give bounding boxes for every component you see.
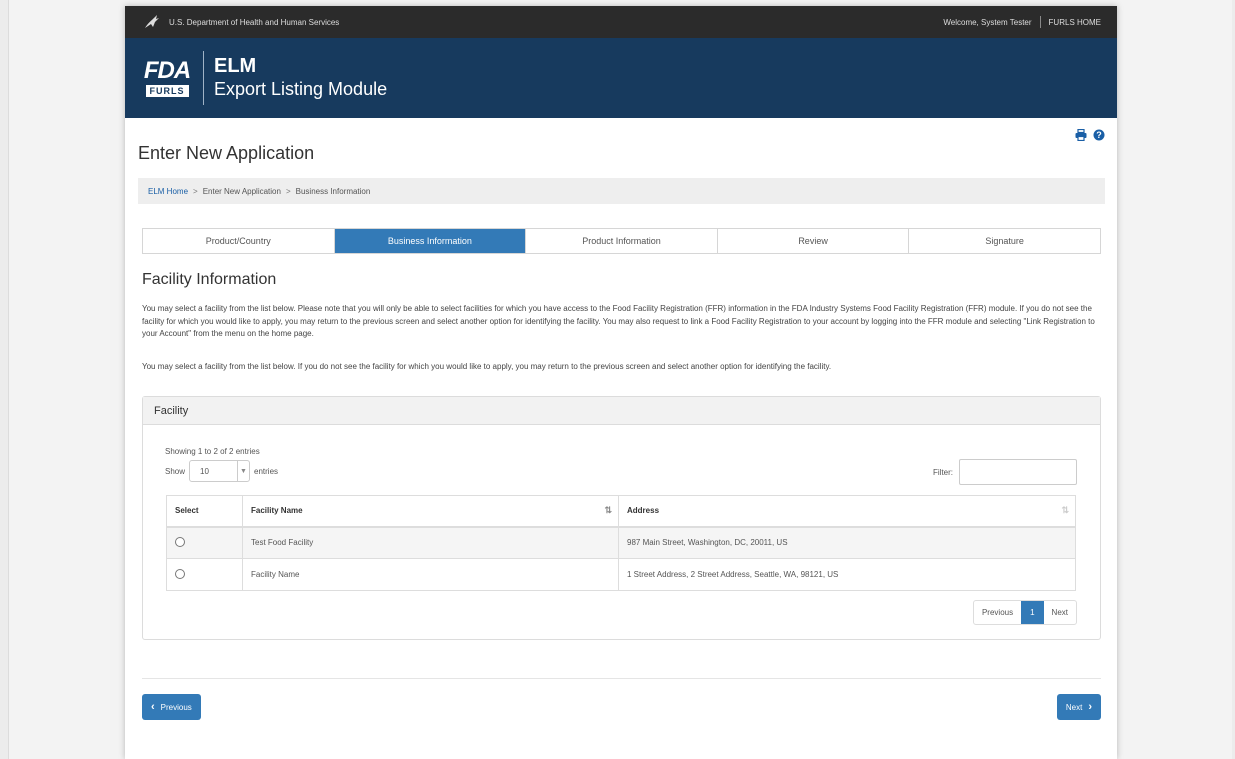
chevron-right-icon: › (1088, 701, 1092, 713)
step-review[interactable]: Review (717, 229, 910, 253)
pagination-previous[interactable]: Previous (974, 601, 1021, 624)
filter-label: Filter: (933, 467, 953, 477)
address-cell: 1 Street Address, 2 Street Address, Seat… (618, 558, 1076, 591)
divider (142, 678, 1101, 679)
sort-icon[interactable]: ⇅ (604, 505, 612, 516)
banner-text: ELM Export Listing Module (214, 55, 387, 101)
step-signature[interactable]: Signature (909, 229, 1100, 253)
column-header-address[interactable]: Address ⇅ (618, 495, 1076, 528)
top-bar: U.S. Department of Health and Human Serv… (125, 6, 1117, 38)
step-product-information[interactable]: Product Information (526, 229, 718, 253)
next-button-label: Next (1065, 702, 1083, 712)
facility-table: Select Facility Name ⇅ Address ⇅ Test Food… (166, 495, 1076, 591)
filter-input[interactable] (959, 459, 1077, 485)
entries-info: Showing 1 to 2 of 2 entries (165, 447, 260, 456)
entries-label: entries (254, 466, 279, 476)
sort-icon[interactable]: ⇅ (1061, 505, 1069, 516)
panel-title: Facility (143, 397, 1100, 425)
page-tools: ? (1075, 129, 1105, 141)
app-banner: FDA FURLS ELM Export Listing Module (125, 38, 1117, 118)
table-header-row: Select Facility Name ⇅ Address ⇅ (166, 495, 1076, 528)
fda-logo-mark: FDA (143, 57, 191, 84)
pagination: Previous 1 Next (972, 600, 1077, 625)
chevron-down-icon: ▼ (237, 461, 249, 481)
furls-logo-label: FURLS (145, 85, 189, 97)
chevron-left-icon: ‹ (151, 701, 155, 713)
hhs-eagle-icon (145, 15, 159, 28)
breadcrumb-current: Business Information (295, 186, 371, 196)
app-name: Export Listing Module (214, 79, 388, 99)
page-container: U.S. Department of Health and Human Serv… (125, 6, 1117, 759)
breadcrumb-separator: > (193, 186, 198, 196)
furls-home-link[interactable]: FURLS HOME (1049, 18, 1101, 27)
show-label: Show (165, 466, 186, 476)
page-title: Enter New Application (138, 143, 315, 163)
page-length-select[interactable]: 10 ▼ (189, 460, 251, 482)
page-length-value: 10 (200, 466, 209, 476)
help-icon[interactable]: ? (1093, 129, 1105, 141)
facility-panel: Facility Showing 1 to 2 of 2 entries Sho… (142, 396, 1101, 640)
instructions-paragraph-2: You may select a facility from the list … (142, 362, 832, 371)
column-header-facility-name[interactable]: Facility Name ⇅ (242, 495, 619, 528)
step-business-information[interactable]: Business Information (334, 229, 527, 253)
breadcrumb-item: Enter New Application (202, 186, 281, 196)
app-acronym: ELM (214, 55, 257, 77)
pagination-next[interactable]: Next (1044, 601, 1076, 624)
select-cell (166, 558, 243, 591)
breadcrumb: ELM Home > Enter New Application > Busin… (138, 178, 1105, 204)
agency-name: U.S. Department of Health and Human Serv… (169, 17, 340, 27)
wizard-steps: Product/Country Business Information Pro… (142, 228, 1101, 254)
table-row: Facility Name 1 Street Address, 2 Street… (166, 558, 1076, 591)
divider (1039, 16, 1041, 28)
section-title: Facility Information (142, 271, 277, 288)
page-length-control: Show 10 ▼ entries (165, 460, 278, 482)
column-header-select: Select (166, 495, 243, 528)
banner-divider (203, 51, 204, 105)
next-button[interactable]: Next › (1056, 694, 1101, 720)
select-cell (166, 526, 243, 559)
fda-logo[interactable]: FDA FURLS (139, 54, 195, 102)
breadcrumb-separator: > (285, 186, 291, 196)
svg-text:?: ? (1096, 130, 1102, 140)
agency-block: U.S. Department of Health and Human Serv… (143, 14, 339, 30)
breadcrumb-home-link[interactable]: ELM Home (148, 187, 188, 196)
welcome-text: Welcome, System Tester (943, 17, 1032, 27)
step-product-country[interactable]: Product/Country (143, 229, 335, 253)
instructions-paragraph: You may select a facility from the list … (142, 304, 1095, 338)
facility-radio[interactable] (175, 568, 185, 579)
previous-button[interactable]: ‹ Previous (142, 694, 201, 720)
table-row: Test Food Facility 987 Main Street, Wash… (166, 526, 1076, 559)
address-cell: 987 Main Street, Washington, DC, 20011, … (618, 526, 1076, 559)
pagination-page[interactable]: 1 (1021, 601, 1044, 624)
previous-button-label: Previous (160, 702, 192, 712)
filter-control: Filter: (933, 459, 1077, 485)
print-icon[interactable] (1075, 129, 1087, 141)
facility-radio[interactable] (175, 536, 185, 547)
facility-name-cell: Test Food Facility (242, 526, 619, 559)
user-block: Welcome, System Tester FURLS HOME (943, 16, 1101, 28)
facility-name-cell: Facility Name (242, 558, 619, 591)
